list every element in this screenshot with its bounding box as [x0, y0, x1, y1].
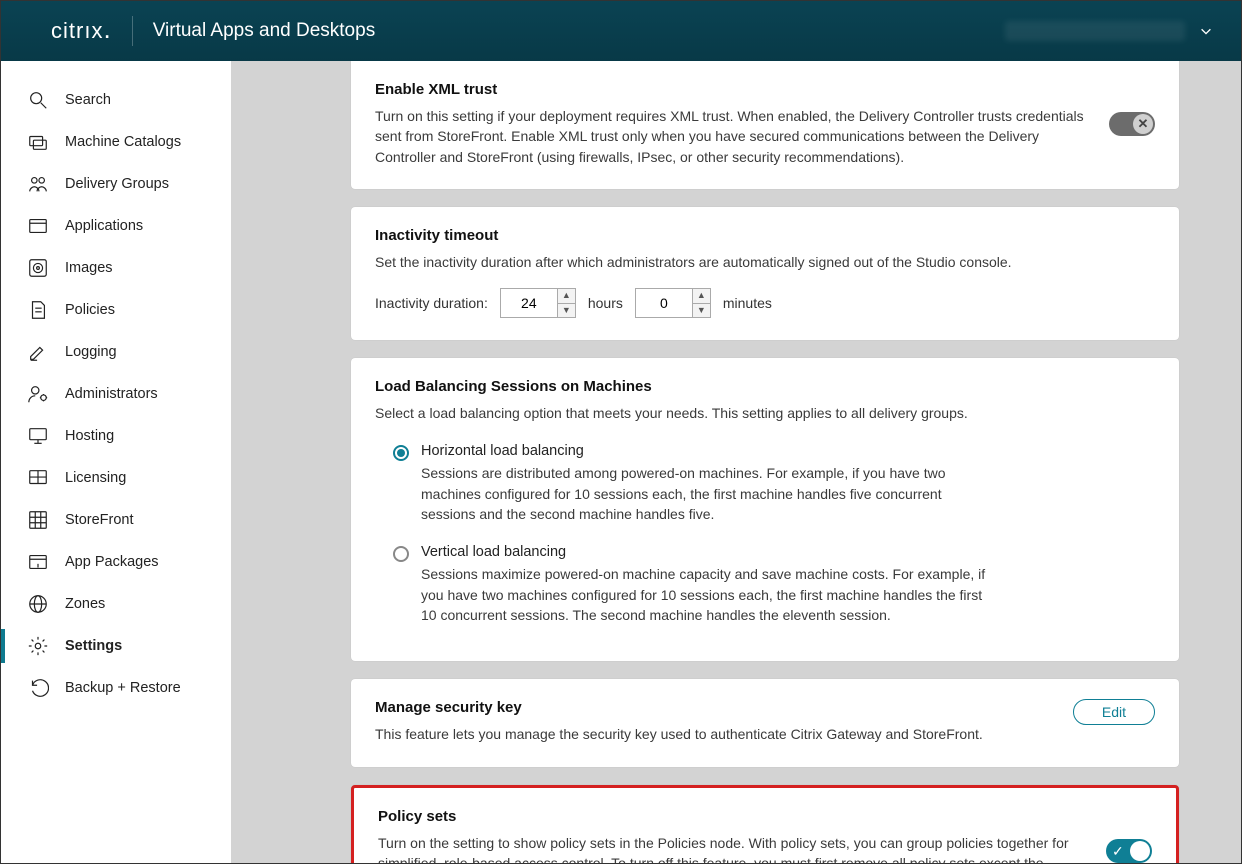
document-icon: [27, 299, 49, 321]
globe-icon: [27, 593, 49, 615]
sidebar-item-backup-restore[interactable]: Backup + Restore: [1, 667, 231, 709]
card-title: Enable XML trust: [375, 81, 1089, 98]
app-title: Virtual Apps and Desktops: [133, 20, 376, 42]
sidebar-item-label: StoreFront: [65, 512, 134, 528]
card-inactivity-timeout: Inactivity timeout Set the inactivity du…: [351, 207, 1179, 340]
card-security-key: Manage security key This feature lets yo…: [351, 679, 1179, 766]
sidebar-item-logging[interactable]: Logging: [1, 331, 231, 373]
sidebar-item-label: Delivery Groups: [65, 176, 169, 192]
card-desc: Set the inactivity duration after which …: [375, 252, 1155, 272]
x-icon: ✕: [1138, 116, 1149, 132]
sidebar-item-settings[interactable]: Settings: [1, 625, 231, 667]
gear-icon: [27, 635, 49, 657]
citrix-logo: citrıx.: [51, 16, 133, 46]
catalog-icon: [27, 131, 49, 153]
sidebar-item-label: Applications: [65, 218, 143, 234]
monitor-icon: [27, 425, 49, 447]
sidebar-item-licensing[interactable]: Licensing: [1, 457, 231, 499]
grid-icon: [27, 509, 49, 531]
card-title: Manage security key: [375, 699, 1053, 716]
hours-unit: hours: [588, 295, 623, 311]
backup-icon: [27, 677, 49, 699]
radio-hint: Sessions are distributed among powered-o…: [421, 463, 991, 524]
account-label: [1005, 21, 1185, 41]
sidebar-item-label: Zones: [65, 596, 105, 612]
hours-down[interactable]: ▼: [558, 304, 575, 318]
sidebar-item-storefront[interactable]: StoreFront: [1, 499, 231, 541]
top-bar: citrıx. Virtual Apps and Desktops: [1, 1, 1241, 61]
admin-icon: [27, 383, 49, 405]
card-title: Load Balancing Sessions on Machines: [375, 378, 1155, 395]
main-content: Enable XML trust Turn on this setting if…: [231, 61, 1241, 863]
toggle-xml-trust[interactable]: ✕: [1109, 112, 1155, 136]
sidebar-item-applications[interactable]: Applications: [1, 205, 231, 247]
radio-horizontal[interactable]: [393, 445, 409, 461]
package-icon: [27, 551, 49, 573]
minutes-stepper[interactable]: ▲ ▼: [635, 288, 711, 318]
sidebar-item-label: Machine Catalogs: [65, 134, 181, 150]
sidebar-item-images[interactable]: Images: [1, 247, 231, 289]
card-load-balancing: Load Balancing Sessions on Machines Sele…: [351, 358, 1179, 661]
card-xml-trust: Enable XML trust Turn on this setting if…: [351, 61, 1179, 189]
card-title: Inactivity timeout: [375, 227, 1155, 244]
radio-vertical[interactable]: [393, 546, 409, 562]
sidebar-item-machine-catalogs[interactable]: Machine Catalogs: [1, 121, 231, 163]
check-icon: ✓: [1112, 843, 1124, 860]
toggle-policy-sets[interactable]: ✓: [1106, 839, 1152, 863]
sidebar-item-label: App Packages: [65, 554, 159, 570]
hours-input[interactable]: [501, 289, 557, 317]
radio-label: Horizontal load balancing: [421, 443, 991, 459]
sidebar-item-administrators[interactable]: Administrators: [1, 373, 231, 415]
sidebar-item-label: Administrators: [65, 386, 158, 402]
minutes-input[interactable]: [636, 289, 692, 317]
sidebar-item-zones[interactable]: Zones: [1, 583, 231, 625]
sidebar-item-delivery-groups[interactable]: Delivery Groups: [1, 163, 231, 205]
window-icon: [27, 215, 49, 237]
minutes-down[interactable]: ▼: [693, 304, 710, 318]
sidebar-item-hosting[interactable]: Hosting: [1, 415, 231, 457]
sidebar-item-app-packages[interactable]: App Packages: [1, 541, 231, 583]
sidebar-item-label: Settings: [65, 638, 122, 654]
sidebar-item-label: Licensing: [65, 470, 126, 486]
radio-hint: Sessions maximize powered-on machine cap…: [421, 564, 991, 625]
card-title: Policy sets: [378, 808, 1086, 825]
card-desc: This feature lets you manage the securit…: [375, 724, 1053, 744]
sidebar-item-label: Policies: [65, 302, 115, 318]
radio-label: Vertical load balancing: [421, 544, 991, 560]
search-icon: [27, 89, 49, 111]
hours-up[interactable]: ▲: [558, 289, 575, 304]
sidebar-item-label: Search: [65, 92, 111, 108]
hours-stepper[interactable]: ▲ ▼: [500, 288, 576, 318]
disc-icon: [27, 257, 49, 279]
logo-text: citrıx: [51, 18, 103, 44]
minutes-up[interactable]: ▲: [693, 289, 710, 304]
inactivity-label: Inactivity duration:: [375, 295, 488, 311]
groups-icon: [27, 173, 49, 195]
license-icon: [27, 467, 49, 489]
sidebar-item-label: Logging: [65, 344, 117, 360]
sidebar-item-label: Hosting: [65, 428, 114, 444]
card-desc: Select a load balancing option that meet…: [375, 403, 1155, 423]
card-desc: Turn on the setting to show policy sets …: [378, 833, 1086, 863]
card-policy-sets: Policy sets Turn on the setting to show …: [351, 785, 1179, 863]
sidebar-item-policies[interactable]: Policies: [1, 289, 231, 331]
card-desc: Turn on this setting if your deployment …: [375, 106, 1089, 167]
minutes-unit: minutes: [723, 295, 772, 311]
sidebar-item-label: Backup + Restore: [65, 680, 181, 696]
chevron-down-icon[interactable]: [1199, 24, 1213, 38]
edit-button[interactable]: Edit: [1073, 699, 1155, 725]
sidebar-item-label: Images: [65, 260, 113, 276]
edit-icon: [27, 341, 49, 363]
sidebar: Search Machine Catalogs Delivery Groups …: [1, 61, 231, 863]
sidebar-item-search[interactable]: Search: [1, 79, 231, 121]
